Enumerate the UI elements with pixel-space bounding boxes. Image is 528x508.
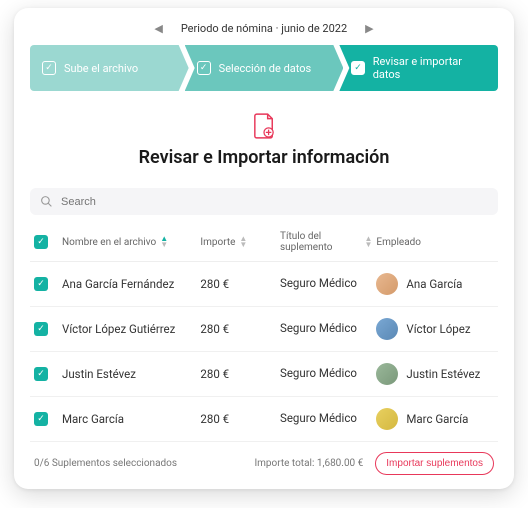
row-checkbox[interactable]: ✓ — [34, 322, 48, 336]
step-select-data[interactable]: ✓ Selección de datos — [185, 45, 344, 91]
col-name[interactable]: Nombre en el archivo ▲▼ — [62, 236, 196, 247]
cell-employee: Marc García — [376, 408, 494, 430]
cell-name: Ana García Fernández — [62, 277, 196, 291]
period-navigator: ◀ Periodo de nómina · junio de 2022 ▶ — [30, 22, 498, 35]
chevron-right-icon[interactable]: ▶ — [365, 22, 373, 35]
avatar — [376, 363, 398, 385]
table-footer: 0/6 Suplementos seleccionados Importe to… — [30, 442, 498, 477]
table-header: ✓ Nombre en el archivo ▲▼ Importe ▲▼ Tít… — [30, 223, 498, 262]
select-all-checkbox[interactable]: ✓ — [34, 235, 48, 249]
table-row: ✓ Justin Estévez 280 € Seguro Médico Jus… — [30, 352, 498, 397]
search-input[interactable] — [61, 196, 488, 208]
col-amount[interactable]: Importe ▲▼ — [200, 236, 276, 247]
page-title: Revisar e Importar información — [30, 147, 498, 168]
sort-icon: ▲▼ — [364, 236, 372, 247]
col-supplement[interactable]: Título del suplemento ▲▼ — [280, 231, 372, 253]
search-box[interactable] — [30, 188, 498, 215]
chevron-left-icon[interactable]: ◀ — [154, 22, 162, 35]
table-row: ✓ Marc García 280 € Seguro Médico Marc G… — [30, 397, 498, 442]
cell-supplement: Seguro Médico — [280, 367, 372, 381]
cell-name: Justin Estévez — [62, 367, 196, 381]
period-label: Periodo de nómina · junio de 2022 — [181, 22, 347, 35]
avatar — [376, 318, 398, 340]
import-button[interactable]: Importar suplementos — [375, 452, 494, 475]
step-label: Revisar e importar datos — [373, 55, 486, 81]
avatar — [376, 273, 398, 295]
cell-employee: Víctor López — [376, 318, 494, 340]
cell-amount: 280 € — [200, 412, 276, 426]
step-review-import[interactable]: ✓ Revisar e importar datos — [339, 45, 498, 91]
cell-amount: 280 € — [200, 277, 276, 291]
search-icon — [40, 195, 53, 208]
cell-amount: 280 € — [200, 322, 276, 336]
import-wizard-card: ◀ Periodo de nómina · junio de 2022 ▶ ✓ … — [14, 8, 514, 489]
check-icon: ✓ — [197, 61, 211, 75]
cell-employee: Ana García — [376, 273, 494, 295]
step-label: Sube el archivo — [64, 62, 138, 75]
step-upload[interactable]: ✓ Sube el archivo — [30, 45, 189, 91]
step-label: Selección de datos — [219, 62, 312, 75]
table-row: ✓ Víctor López Gutiérrez 280 € Seguro Mé… — [30, 307, 498, 352]
sort-icon: ▲▼ — [160, 236, 168, 247]
col-employee[interactable]: Empleado — [376, 237, 494, 248]
wizard-stepper: ✓ Sube el archivo ✓ Selección de datos ✓… — [30, 45, 498, 91]
cell-employee: Justin Estévez — [376, 363, 494, 385]
selected-count: 0/6 Suplementos seleccionados — [34, 458, 177, 469]
cell-name: Marc García — [62, 412, 196, 426]
row-checkbox[interactable]: ✓ — [34, 277, 48, 291]
document-import-icon — [30, 113, 498, 139]
row-checkbox[interactable]: ✓ — [34, 412, 48, 426]
sort-icon: ▲▼ — [239, 236, 247, 247]
cell-supplement: Seguro Médico — [280, 322, 372, 336]
table-row: ✓ Ana García Fernández 280 € Seguro Médi… — [30, 262, 498, 307]
avatar — [376, 408, 398, 430]
supplements-table: ✓ Nombre en el archivo ▲▼ Importe ▲▼ Tít… — [30, 223, 498, 442]
cell-amount: 280 € — [200, 367, 276, 381]
cell-supplement: Seguro Médico — [280, 277, 372, 291]
total-amount: Importe total: 1,680.00 € — [254, 458, 363, 469]
check-icon: ✓ — [42, 61, 56, 75]
cell-name: Víctor López Gutiérrez — [62, 322, 196, 336]
row-checkbox[interactable]: ✓ — [34, 367, 48, 381]
cell-supplement: Seguro Médico — [280, 412, 372, 426]
check-icon: ✓ — [351, 61, 364, 75]
